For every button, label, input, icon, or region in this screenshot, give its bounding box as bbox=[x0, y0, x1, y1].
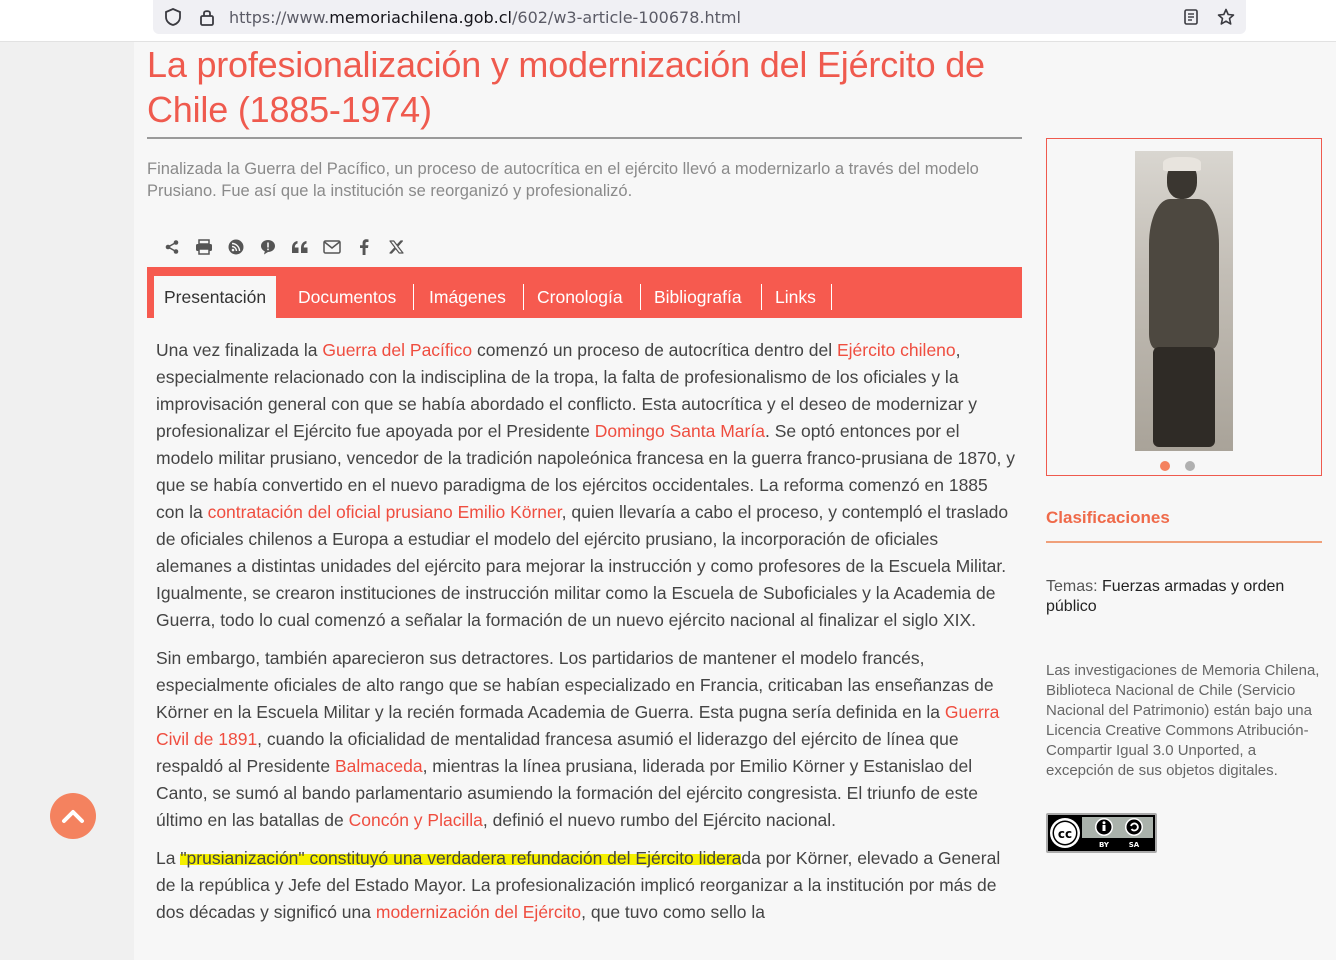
tab-separator bbox=[523, 284, 524, 310]
link-guerra-del-pacifico[interactable]: Guerra del Pacífico bbox=[322, 340, 472, 360]
paragraph: La "prusianización" constituyó una verda… bbox=[156, 848, 1001, 922]
link-modernizacion-ejercito[interactable]: modernización del Ejército bbox=[376, 902, 581, 922]
shield-icon[interactable] bbox=[163, 7, 183, 27]
link-balmaceda[interactable]: Balmaceda bbox=[335, 756, 423, 776]
license-text: Las investigaciones de Memoria Chilena, … bbox=[1046, 662, 1320, 779]
gallery-dot[interactable] bbox=[1185, 461, 1195, 471]
facebook-icon[interactable] bbox=[348, 236, 380, 258]
title-divider bbox=[147, 137, 1022, 139]
link-domingo-santa-maria[interactable]: Domingo Santa María bbox=[595, 421, 765, 441]
print-icon[interactable] bbox=[188, 236, 220, 258]
image-gallery[interactable] bbox=[1046, 138, 1322, 476]
soldier-photo[interactable] bbox=[1135, 151, 1233, 451]
article-actions bbox=[156, 236, 412, 258]
classifications-heading: Clasificaciones bbox=[1046, 508, 1170, 527]
tab-separator bbox=[640, 284, 641, 310]
tab-documentos[interactable]: Documentos bbox=[298, 276, 396, 318]
link-ejercito-chileno[interactable]: Ejército chileno bbox=[837, 340, 956, 360]
svg-text:BY: BY bbox=[1099, 841, 1110, 849]
link-emilio-korner[interactable]: contratación del oficial prusiano Emilio… bbox=[208, 502, 562, 522]
tab-cronologia[interactable]: Cronología bbox=[537, 276, 623, 318]
paragraph: Sin embargo, también aparecieron sus det… bbox=[156, 648, 1000, 830]
classifications-divider bbox=[1046, 541, 1322, 543]
tab-imagenes[interactable]: Imágenes bbox=[429, 276, 506, 318]
article-tabs: Presentación Documentos Imágenes Cronolo… bbox=[147, 267, 1022, 318]
highlighted-text: "prusianización" constituyó una verdader… bbox=[180, 848, 742, 868]
svg-text:SA: SA bbox=[1129, 841, 1140, 849]
temas-classification: Temas: Fuerzas armadas y orden público bbox=[1046, 578, 1285, 615]
tab-separator bbox=[413, 284, 414, 310]
link-concon-y-placilla[interactable]: Concón y Placilla bbox=[349, 810, 483, 830]
reader-view-icon[interactable] bbox=[1181, 7, 1201, 27]
svg-text:cc: cc bbox=[1058, 827, 1072, 841]
rss-icon[interactable] bbox=[220, 236, 252, 258]
browser-toolbar: https://www.memoriachilena.gob.cl/602/w3… bbox=[0, 0, 1336, 42]
creative-commons-badge[interactable]: cc BY SA bbox=[1046, 813, 1157, 853]
url-text[interactable]: https://www.memoriachilena.gob.cl/602/w3… bbox=[229, 8, 741, 27]
address-bar[interactable]: https://www.memoriachilena.gob.cl/602/w3… bbox=[153, 0, 1246, 34]
scroll-to-top-button[interactable] bbox=[50, 793, 96, 839]
mail-icon[interactable] bbox=[316, 236, 348, 258]
article-summary: Finalizada la Guerra del Pacífico, un pr… bbox=[147, 160, 979, 200]
gallery-dots bbox=[1047, 461, 1321, 471]
x-icon[interactable] bbox=[380, 236, 412, 258]
tab-separator bbox=[831, 284, 832, 310]
chevron-up-icon bbox=[62, 810, 84, 823]
paragraph: Una vez finalizada la Guerra del Pacífic… bbox=[156, 340, 1015, 630]
tab-presentacion[interactable]: Presentación bbox=[154, 276, 277, 318]
tab-bibliografia[interactable]: Bibliografía bbox=[654, 276, 742, 318]
article-body: Una vez finalizada la Guerra del Pacífic… bbox=[156, 337, 1016, 937]
tab-links[interactable]: Links bbox=[775, 276, 816, 318]
lock-icon[interactable] bbox=[197, 7, 217, 27]
bookmark-star-icon[interactable] bbox=[1216, 7, 1236, 27]
tab-separator bbox=[761, 284, 762, 310]
alert-icon[interactable] bbox=[252, 236, 284, 258]
share-icon[interactable] bbox=[156, 236, 188, 258]
quote-icon[interactable] bbox=[284, 236, 316, 258]
gallery-dot-active[interactable] bbox=[1160, 461, 1170, 471]
page-content: La profesionalización y modernización de… bbox=[134, 42, 1336, 960]
article-title: La profesionalización y modernización de… bbox=[147, 44, 985, 130]
